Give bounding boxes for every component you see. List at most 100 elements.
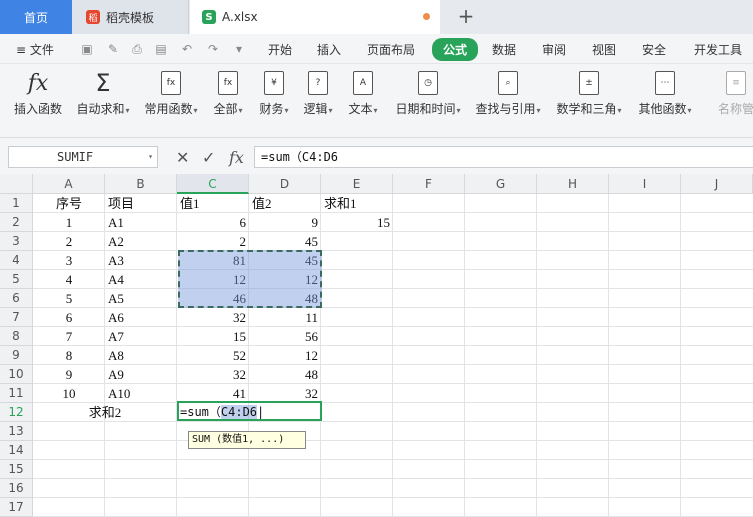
name-box[interactable]: SUMIF ▾ (8, 146, 158, 168)
all-functions-button[interactable]: fx 全部▾ (210, 70, 246, 117)
common-functions-button[interactable]: fx 常用函数▾ (142, 70, 200, 117)
menu-page-layout[interactable]: 页面布局 (367, 41, 415, 58)
cell-header[interactable]: 求和1 (321, 194, 393, 213)
cell-data[interactable]: 48 (249, 365, 321, 384)
cell-data[interactable]: A4 (105, 270, 177, 289)
format-painter-icon[interactable]: ✎ (106, 42, 120, 56)
autosum-button[interactable]: Σ 自动求和▾ (74, 69, 132, 117)
print-icon[interactable]: ⎙ (130, 42, 144, 56)
cell-header[interactable]: 序号 (33, 194, 105, 213)
text-button[interactable]: A 文本▾ (345, 70, 381, 117)
lookup-button[interactable]: ⌕ 查找与引用▾ (472, 70, 544, 117)
column-header-j[interactable]: J (681, 174, 753, 194)
cell-data[interactable]: 52 (177, 346, 249, 365)
column-header-d[interactable]: D (249, 174, 321, 194)
row-header-15[interactable]: 15 (0, 460, 33, 479)
row-header-8[interactable]: 8 (0, 327, 33, 346)
cell-data[interactable]: 45 (249, 232, 321, 251)
cell-header[interactable]: 值2 (249, 194, 321, 213)
row-header-3[interactable]: 3 (0, 232, 33, 251)
menu-data[interactable]: 数据 (492, 41, 516, 58)
cell-data[interactable]: 6 (33, 308, 105, 327)
row-header-12[interactable]: 12 (0, 403, 33, 422)
row-header-10[interactable]: 10 (0, 365, 33, 384)
cell-data[interactable]: 56 (249, 327, 321, 346)
cell-header[interactable]: 项目 (105, 194, 177, 213)
menu-formula[interactable]: 公式 (432, 38, 479, 61)
cell-data[interactable]: 15 (321, 213, 393, 232)
cell-data[interactable]: 32 (177, 365, 249, 384)
row-header-11[interactable]: 11 (0, 384, 33, 403)
cell-data[interactable]: 8 (33, 346, 105, 365)
column-header-c[interactable]: C (177, 174, 249, 194)
print-preview-icon[interactable]: ▤ (154, 42, 168, 56)
other-functions-button[interactable]: ⋯ 其他函数▾ (634, 70, 696, 117)
menu-review[interactable]: 审阅 (542, 41, 566, 58)
row-header-9[interactable]: 9 (0, 346, 33, 365)
cell-data[interactable]: A7 (105, 327, 177, 346)
menu-start[interactable]: 开始 (268, 41, 292, 58)
tab-file[interactable]: S A.xlsx (190, 0, 440, 34)
cell-sum2-label[interactable]: 求和2 (33, 403, 177, 422)
column-header-b[interactable]: B (105, 174, 177, 194)
cell-data[interactable]: 4 (33, 270, 105, 289)
cell-data[interactable]: 9 (33, 365, 105, 384)
confirm-icon[interactable]: ✓ (202, 148, 215, 167)
undo-icon[interactable]: ↶ (180, 42, 194, 56)
column-header-f[interactable]: F (393, 174, 465, 194)
tab-template[interactable]: 稻 稻壳模板 (72, 0, 189, 34)
redo-icon[interactable]: ↷ (206, 42, 220, 56)
cell-data[interactable]: 15 (177, 327, 249, 346)
row-header-13[interactable]: 13 (0, 422, 33, 441)
select-all-corner[interactable] (0, 174, 33, 194)
name-manager-button[interactable]: ≡ 名称管 (712, 70, 753, 117)
row-header-14[interactable]: 14 (0, 441, 33, 460)
datetime-button[interactable]: ◷ 日期和时间▾ (392, 70, 464, 117)
tab-home[interactable]: 首页 (0, 0, 72, 34)
row-header-4[interactable]: 4 (0, 251, 33, 270)
cell-data[interactable]: 10 (33, 384, 105, 403)
row-header-7[interactable]: 7 (0, 308, 33, 327)
math-button[interactable]: ± 数学和三角▾ (553, 70, 625, 117)
spreadsheet-grid[interactable]: ABCDEFGHIJ 1 2 3 4 5 6 7 8 9 10 11 12 13 14 15 16 17 序号项… (0, 174, 753, 517)
cell-data[interactable]: 6 (177, 213, 249, 232)
row-header-6[interactable]: 6 (0, 289, 33, 308)
insert-function-button[interactable]: fx 插入函数 (12, 70, 64, 117)
column-header-g[interactable]: G (465, 174, 537, 194)
fx-icon[interactable]: fx (229, 148, 244, 167)
menu-security[interactable]: 安全 (642, 41, 666, 58)
cell-data[interactable]: A9 (105, 365, 177, 384)
cell-data[interactable]: 3 (33, 251, 105, 270)
cell-data[interactable]: A10 (105, 384, 177, 403)
column-header-e[interactable]: E (321, 174, 393, 194)
cell-data[interactable]: A6 (105, 308, 177, 327)
cell-data[interactable]: A1 (105, 213, 177, 232)
save-icon[interactable]: ▣ (80, 42, 94, 56)
cell-data[interactable]: 5 (33, 289, 105, 308)
row-header-16[interactable]: 16 (0, 479, 33, 498)
row-header-2[interactable]: 2 (0, 213, 33, 232)
cell-data[interactable]: 12 (249, 346, 321, 365)
cancel-icon[interactable]: ✕ (176, 148, 189, 167)
menu-developer[interactable]: 开发工具 (694, 41, 742, 58)
chevron-down-icon[interactable]: ▾ (148, 147, 153, 167)
cell-data[interactable]: 9 (249, 213, 321, 232)
cell-data[interactable]: A3 (105, 251, 177, 270)
finance-button[interactable]: ¥ 财务▾ (256, 70, 292, 117)
logic-button[interactable]: ? 逻辑▾ (300, 70, 336, 117)
cell-data[interactable]: 1 (33, 213, 105, 232)
menu-insert[interactable]: 插入 (317, 41, 341, 58)
column-header-i[interactable]: I (609, 174, 681, 194)
menu-view[interactable]: 视图 (592, 41, 616, 58)
row-header-17[interactable]: 17 (0, 498, 33, 517)
menu-file[interactable]: ≡ 文件 (16, 41, 54, 58)
cell-data[interactable]: 7 (33, 327, 105, 346)
cell-data[interactable]: 32 (177, 308, 249, 327)
column-header-a[interactable]: A (33, 174, 105, 194)
cell-header[interactable]: 值1 (177, 194, 249, 213)
row-header-5[interactable]: 5 (0, 270, 33, 289)
cell-data[interactable]: 2 (177, 232, 249, 251)
active-cell-c12[interactable] (177, 401, 322, 421)
formula-input[interactable]: =sum（C4:D6 (254, 146, 753, 168)
new-tab-button[interactable]: + (455, 4, 477, 28)
